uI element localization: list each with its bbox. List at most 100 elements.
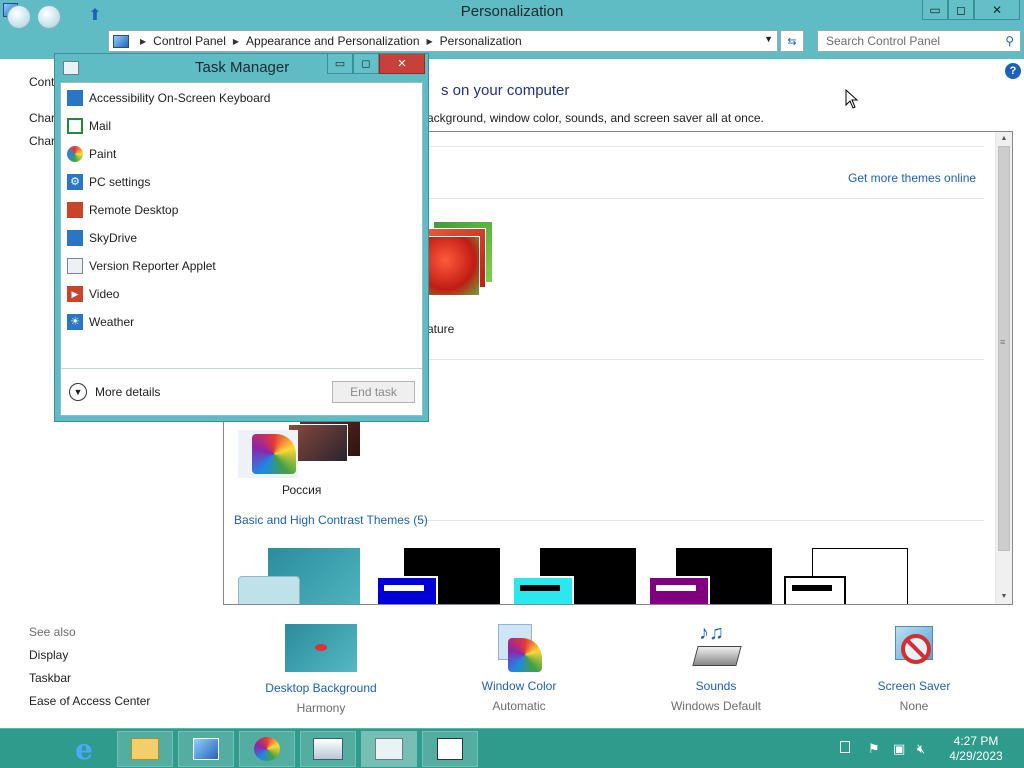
network-icon[interactable]: ▣: [893, 741, 905, 757]
screen-saver-value: None: [899, 699, 929, 713]
dropdown-arrow-icon[interactable]: ▼: [764, 34, 773, 44]
refresh-button[interactable]: ⇆: [780, 30, 804, 52]
maximize-button[interactable]: ◻: [948, 0, 974, 20]
system-clock[interactable]: 4:27 PM 4/29/2023: [940, 734, 1012, 764]
high-contrast-2-theme-thumbnail[interactable]: [512, 548, 636, 604]
internet-explorer-button[interactable]: e: [56, 731, 112, 767]
sounds-item[interactable]: ♪♫ Sounds Windows Default: [660, 622, 772, 713]
page-heading: s on your computer: [441, 82, 570, 99]
applet-taskbar-button[interactable]: [422, 731, 478, 767]
process-name: Mail: [89, 119, 112, 133]
desktop-background-link[interactable]: Desktop Background: [262, 681, 380, 695]
windows-basic-theme-thumbnail[interactable]: [238, 548, 362, 604]
desktop-background-item[interactable]: Desktop Background Harmony: [262, 624, 380, 715]
divider: [419, 520, 984, 521]
weather-icon: ☀: [67, 314, 83, 330]
breadcrumb-control-panel[interactable]: Control Panel: [153, 34, 226, 48]
chevron-down-icon: ▼: [69, 383, 87, 401]
help-icon[interactable]: ?: [1005, 63, 1021, 79]
keyboard-taskbar-button[interactable]: [300, 731, 356, 767]
window-title: Personalization: [460, 3, 564, 20]
clock-date: 4/29/2023: [949, 749, 1003, 763]
divider: [429, 146, 984, 147]
nature-theme-label[interactable]: ature: [427, 322, 454, 336]
screen-saver-item[interactable]: Screen Saver None: [864, 622, 964, 713]
end-task-button[interactable]: End task: [332, 381, 415, 403]
process-name: Weather: [89, 315, 135, 329]
task-manager-process-list: Accessibility On-Screen Keyboard Mail Pa…: [60, 82, 423, 416]
see-also-display-link[interactable]: Display: [29, 648, 68, 662]
page-subheading: ackground, window color, sounds, and scr…: [427, 111, 764, 125]
sidepane-link-change-2[interactable]: Char: [29, 134, 55, 148]
more-details-toggle[interactable]: ▼ More details: [69, 383, 160, 401]
minimize-button[interactable]: ▭: [922, 0, 948, 20]
process-row[interactable]: Paint: [67, 143, 116, 165]
chevron-right-icon: ▶: [232, 36, 240, 46]
scroll-thumb[interactable]: [998, 146, 1010, 551]
see-also-taskbar-link[interactable]: Taskbar: [29, 671, 71, 685]
skydrive-icon: [67, 230, 83, 246]
scroll-up-icon[interactable]: ▲: [996, 132, 1012, 146]
clock-time: 4:27 PM: [953, 734, 999, 748]
up-arrow-icon[interactable]: ⬆: [86, 7, 104, 25]
close-button[interactable]: ✕: [974, 0, 1020, 20]
process-row[interactable]: ⚙ PC settings: [67, 171, 150, 193]
window-color-link[interactable]: Window Color: [470, 679, 568, 693]
divider: [429, 359, 984, 360]
process-name: SkyDrive: [89, 231, 138, 245]
file-explorer-button[interactable]: [117, 731, 173, 767]
process-row[interactable]: ▶ Video: [67, 283, 119, 305]
task-manager-close-button[interactable]: ✕: [379, 54, 425, 74]
search-placeholder: Search Control Panel: [826, 34, 941, 48]
control-panel-icon: [113, 34, 129, 48]
paint-taskbar-button[interactable]: [239, 731, 295, 767]
flag-icon[interactable]: ⚑: [868, 741, 880, 757]
desktop-background-icon: [285, 624, 357, 672]
process-name: Video: [89, 287, 120, 301]
process-name: Version Reporter Applet: [89, 259, 216, 273]
window-color-item[interactable]: Window Color Automatic: [470, 622, 568, 713]
process-row[interactable]: Mail: [67, 115, 111, 137]
volume-muted-icon[interactable]: 🔇︎: [917, 741, 925, 757]
breadcrumb-personalization[interactable]: Personalization: [440, 34, 522, 48]
process-row[interactable]: Accessibility On-Screen Keyboard: [67, 87, 270, 109]
process-row[interactable]: Remote Desktop: [67, 199, 178, 221]
task-manager-maximize-button[interactable]: ◻: [353, 54, 379, 74]
back-button[interactable]: [7, 5, 31, 29]
process-row[interactable]: ☀ Weather: [67, 311, 134, 333]
screen-saver-link[interactable]: Screen Saver: [864, 679, 964, 693]
settings-icon: ⚙: [67, 174, 83, 190]
get-more-themes-link[interactable]: Get more themes online: [848, 171, 976, 185]
high-contrast-black-theme-thumbnail[interactable]: [648, 548, 772, 604]
forward-button[interactable]: [37, 5, 61, 29]
process-row[interactable]: Version Reporter Applet: [67, 255, 216, 277]
sounds-link[interactable]: Sounds: [660, 679, 772, 693]
process-row[interactable]: SkyDrive: [67, 227, 137, 249]
remote-desktop-icon: [67, 202, 83, 218]
divider: [429, 198, 984, 199]
high-contrast-1-theme-thumbnail[interactable]: [376, 548, 500, 604]
chevron-right-icon: ▶: [426, 36, 433, 46]
more-details-label: More details: [95, 385, 161, 399]
russia-theme-thumbnail[interactable]: [238, 420, 360, 484]
search-input[interactable]: Search Control Panel ⚲: [817, 30, 1021, 52]
russia-theme-label[interactable]: Россия: [282, 483, 321, 497]
address-bar[interactable]: ▶ Control Panel ▶ Appearance and Persona…: [108, 30, 778, 52]
breadcrumb-appearance[interactable]: Appearance and Personalization: [246, 34, 419, 48]
high-contrast-white-theme-thumbnail[interactable]: [784, 548, 908, 604]
task-manager-minimize-button[interactable]: ▭: [327, 54, 353, 74]
see-also-ease-of-access-link[interactable]: Ease of Access Center: [29, 694, 150, 708]
sidepane-link-change-1[interactable]: Char: [29, 111, 55, 125]
show-desktop-icon[interactable]: [840, 741, 850, 753]
task-manager-window: Task Manager ▭ ◻ ✕ Accessibility On-Scre…: [54, 53, 429, 422]
task-manager-icon: [375, 738, 403, 760]
taskbar: e ⚑ ▣ 🔇︎ 4:27 PM 4/29/2023: [0, 728, 1024, 768]
applet-icon: [437, 738, 463, 760]
control-panel-taskbar-button[interactable]: [178, 731, 234, 767]
nature-theme-thumbnail[interactable]: [422, 222, 494, 302]
search-icon[interactable]: ⚲: [1005, 34, 1014, 48]
process-name: Paint: [89, 147, 117, 161]
scroll-down-icon[interactable]: ▼: [996, 590, 1012, 604]
task-manager-taskbar-button[interactable]: [361, 731, 417, 767]
themes-scrollbar[interactable]: ▲ ≡ ▼: [995, 132, 1012, 604]
